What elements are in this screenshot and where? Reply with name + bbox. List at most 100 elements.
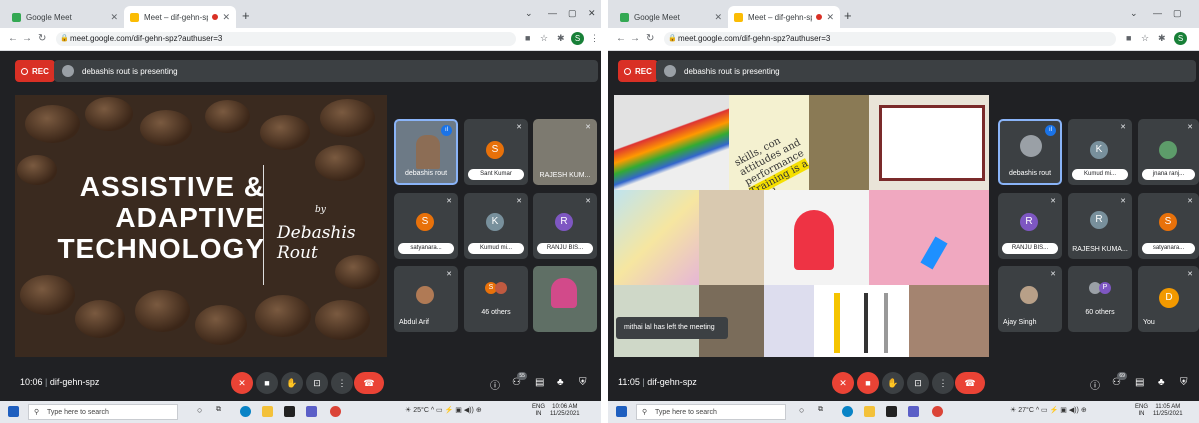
reload-icon[interactable]: ↻ xyxy=(646,33,654,44)
participant-tile[interactable]: ✕ S satyanara... xyxy=(394,193,458,259)
activities-icon[interactable]: ♣ xyxy=(1158,377,1165,388)
leave-call-button[interactable]: ☎ xyxy=(955,372,985,394)
leave-call-button[interactable]: ☎ xyxy=(354,372,384,394)
url-field[interactable]: 🔒 meet.google.com/dif-gehn-spz?authuser=… xyxy=(664,32,1116,46)
close-tab-icon[interactable]: ✕ xyxy=(110,12,118,23)
people-icon[interactable]: ⚇ 69 xyxy=(1112,372,1127,388)
edge-icon[interactable] xyxy=(842,406,853,417)
bookmark-star-icon[interactable]: ☆ xyxy=(1141,33,1149,44)
mic-toggle-button[interactable]: ✕ xyxy=(231,372,253,394)
participant-tile[interactable]: ✕ K Kumud mi... xyxy=(1068,119,1132,185)
task-view-icon[interactable]: ⧉ xyxy=(216,406,221,414)
participant-tile[interactable]: P 60 others xyxy=(1068,266,1132,332)
url-field[interactable]: 🔒 meet.google.com/dif-gehn-spz?authuser=… xyxy=(56,32,516,46)
participant-tile[interactable]: ✕ R RANJU BIS... xyxy=(533,193,597,259)
tab-meet-call[interactable]: Meet – dif-gehn-spz ✕ xyxy=(728,6,840,28)
profile-avatar[interactable]: S xyxy=(1174,32,1187,45)
present-button[interactable]: ⊡ xyxy=(907,372,929,394)
tab-google-meet[interactable]: Google Meet ✕ xyxy=(6,6,124,28)
mic-toggle-button[interactable]: ✕ xyxy=(832,372,854,394)
participant-name: Abdul Arif xyxy=(399,319,429,326)
new-tab-icon[interactable]: + xyxy=(844,8,852,23)
cortana-icon[interactable]: ○ xyxy=(197,405,202,415)
more-options-button[interactable]: ⋮ xyxy=(331,372,353,394)
host-controls-icon[interactable]: ⛨ xyxy=(1180,377,1188,388)
close-tab-icon[interactable]: ✕ xyxy=(222,12,230,23)
participant-tile[interactable]: ✕ Ajay Singh xyxy=(998,266,1062,332)
taskbar-search[interactable]: ⚲ Type here to search xyxy=(636,404,786,420)
store-icon[interactable] xyxy=(886,406,897,417)
chat-icon[interactable]: ▤ xyxy=(535,377,544,388)
chrome-icon[interactable] xyxy=(932,406,943,417)
extensions-icon[interactable]: ✱ xyxy=(1158,33,1166,44)
participant-tile[interactable]: ✕ S Sant Kumar xyxy=(464,119,528,185)
teams-icon[interactable] xyxy=(306,406,317,417)
clock-time: 11:05 AM xyxy=(1155,404,1181,410)
present-button[interactable]: ⊡ xyxy=(306,372,328,394)
participant-tile[interactable]: ✕ Abdul Arif xyxy=(394,266,458,332)
participant-tile[interactable]: ıl debashis rout xyxy=(394,119,458,185)
forward-icon[interactable]: → xyxy=(22,33,32,44)
maximize-icon[interactable]: ▢ xyxy=(568,8,577,19)
tab-meet-call[interactable]: Meet – dif-gehn-spz ✕ xyxy=(124,6,236,28)
participant-tile[interactable]: ✕ R RANJU BIS... xyxy=(998,193,1062,259)
windows-start-icon[interactable] xyxy=(8,406,19,417)
store-icon[interactable] xyxy=(284,406,295,417)
teams-icon[interactable] xyxy=(908,406,919,417)
cortana-icon[interactable]: ○ xyxy=(799,405,804,415)
camera-indicator-icon[interactable]: ■ xyxy=(1126,33,1131,43)
camera-toggle-button[interactable]: ■ xyxy=(857,372,879,394)
participant-tile[interactable]: ıl debashis rout xyxy=(998,119,1062,185)
participant-tile[interactable]: S 46 others xyxy=(464,266,528,332)
language-indicator[interactable]: ENG IN xyxy=(1135,404,1148,418)
meeting-details-icon[interactable]: ⓘ xyxy=(490,377,500,392)
back-icon[interactable]: ← xyxy=(616,33,626,44)
reload-icon[interactable]: ↻ xyxy=(38,33,46,44)
close-tab-icon[interactable]: ✕ xyxy=(826,12,834,23)
system-clock[interactable]: 10:06 AM 11/25/2021 xyxy=(550,404,580,418)
file-explorer-icon[interactable] xyxy=(262,406,273,417)
bookmark-star-icon[interactable]: ☆ xyxy=(540,33,548,44)
new-tab-icon[interactable]: + xyxy=(242,8,250,23)
file-explorer-icon[interactable] xyxy=(864,406,875,417)
close-window-icon[interactable]: ✕ xyxy=(588,8,596,19)
people-icon[interactable]: ⚇ 55 xyxy=(512,372,527,388)
tab-google-meet[interactable]: Google Meet ✕ xyxy=(614,6,728,28)
camera-indicator-icon[interactable]: ■ xyxy=(525,33,530,43)
host-controls-icon[interactable]: ⛨ xyxy=(579,377,587,388)
participant-tile[interactable]: ✕ RAJESH KUM... xyxy=(533,119,597,185)
participant-tile[interactable]: ✕ jnana ranj... xyxy=(1138,119,1199,185)
maximize-icon[interactable]: ▢ xyxy=(1173,8,1182,19)
windows-start-icon[interactable] xyxy=(616,406,627,417)
profile-avatar[interactable]: S xyxy=(571,32,584,45)
minimize-icon[interactable]: — xyxy=(548,8,557,18)
language-indicator[interactable]: ENG IN xyxy=(532,404,545,418)
participant-tile[interactable] xyxy=(533,266,597,332)
back-icon[interactable]: ← xyxy=(8,33,18,44)
raise-hand-button[interactable]: ✋ xyxy=(882,372,904,394)
tab-search-icon[interactable]: ⌄ xyxy=(1130,8,1138,19)
menu-icon[interactable]: ⋮ xyxy=(590,33,599,44)
weather-widget[interactable]: ☀ 27°C ^ ▭ ⚡ ▣ ◀)) ⊕ xyxy=(1010,406,1087,414)
forward-icon[interactable]: → xyxy=(630,33,640,44)
task-view-icon[interactable]: ⧉ xyxy=(818,406,823,414)
participant-tile[interactable]: ✕ S satyanara... xyxy=(1138,193,1199,259)
system-clock[interactable]: 11:05 AM 11/25/2021 xyxy=(1153,404,1183,418)
camera-toggle-button[interactable]: ■ xyxy=(256,372,278,394)
edge-icon[interactable] xyxy=(240,406,251,417)
raise-hand-button[interactable]: ✋ xyxy=(281,372,303,394)
extensions-icon[interactable]: ✱ xyxy=(557,33,565,44)
chrome-icon[interactable] xyxy=(330,406,341,417)
tab-search-icon[interactable]: ⌄ xyxy=(525,8,533,19)
meeting-details-icon[interactable]: ⓘ xyxy=(1090,377,1100,392)
close-tab-icon[interactable]: ✕ xyxy=(714,12,722,23)
participant-tile[interactable]: ✕ R RAJESH KUMA... xyxy=(1068,193,1132,259)
taskbar-search[interactable]: ⚲ Type here to search xyxy=(28,404,178,420)
participant-tile[interactable]: ✕ D You xyxy=(1138,266,1199,332)
chat-icon[interactable]: ▤ xyxy=(1135,377,1144,388)
weather-widget[interactable]: ☀ 25°C ^ ▭ ⚡ ▣ ◀)) ⊕ xyxy=(405,406,482,414)
activities-icon[interactable]: ♣ xyxy=(557,377,564,388)
minimize-icon[interactable]: — xyxy=(1153,8,1162,18)
more-options-button[interactable]: ⋮ xyxy=(932,372,954,394)
participant-tile[interactable]: ✕ K Kumud mi... xyxy=(464,193,528,259)
